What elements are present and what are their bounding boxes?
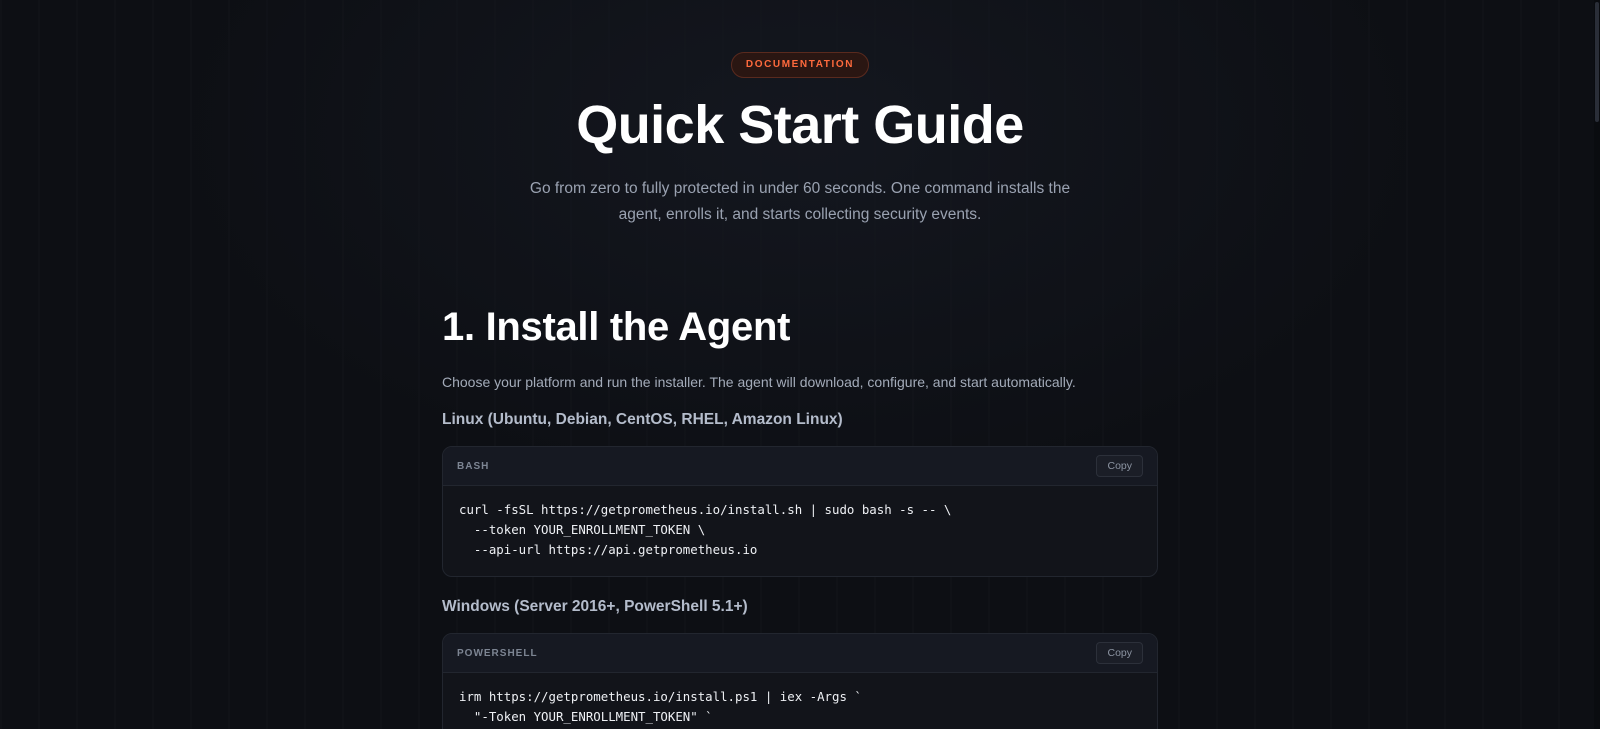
scrollbar[interactable] [1594,0,1600,729]
code-line: "-Token YOUR_ENROLLMENT_TOKEN" ` [459,709,713,724]
code-line: --token YOUR_ENROLLMENT_TOKEN \ [459,522,706,537]
bash-code-block: BASH Copy curl -fsSL https://getpromethe… [442,446,1158,577]
code-language-label: BASH [457,460,490,472]
code-line: curl -fsSL https://getprometheus.io/inst… [459,502,952,517]
scrollbar-thumb[interactable] [1595,2,1599,122]
windows-heading: Windows (Server 2016+, PowerShell 5.1+) [442,598,748,615]
linux-heading: Linux (Ubuntu, Debian, CentOS, RHEL, Ama… [442,411,843,428]
hero-section: DOCUMENTATION Quick Start Guide Go from … [0,52,1600,228]
powershell-code-block: POWERSHELL Copy irm https://getprometheu… [442,633,1158,729]
page-title: Quick Start Guide [576,95,1024,155]
docs-page: DOCUMENTATION Quick Start Guide Go from … [0,0,1600,729]
code-language-label: POWERSHELL [457,647,538,659]
page-subtitle: Go from zero to fully protected in under… [529,180,1071,223]
code-line: --api-url https://api.getprometheus.io [459,542,758,557]
code-content[interactable]: irm https://getprometheus.io/install.ps1… [443,673,1157,729]
code-content[interactable]: curl -fsSL https://getprometheus.io/inst… [443,486,1157,576]
code-line: irm https://getprometheus.io/install.ps1… [459,689,862,704]
section-heading: 1. Install the Agent [442,305,791,349]
copy-button[interactable]: Copy [1096,455,1143,477]
code-header: POWERSHELL Copy [443,634,1157,673]
documentation-badge: DOCUMENTATION [730,52,870,78]
copy-button[interactable]: Copy [1096,642,1143,664]
install-section: 1. Install the Agent Choose your platfor… [442,302,1158,729]
code-header: BASH Copy [443,447,1157,486]
section-lead: Choose your platform and run the install… [442,374,1076,390]
